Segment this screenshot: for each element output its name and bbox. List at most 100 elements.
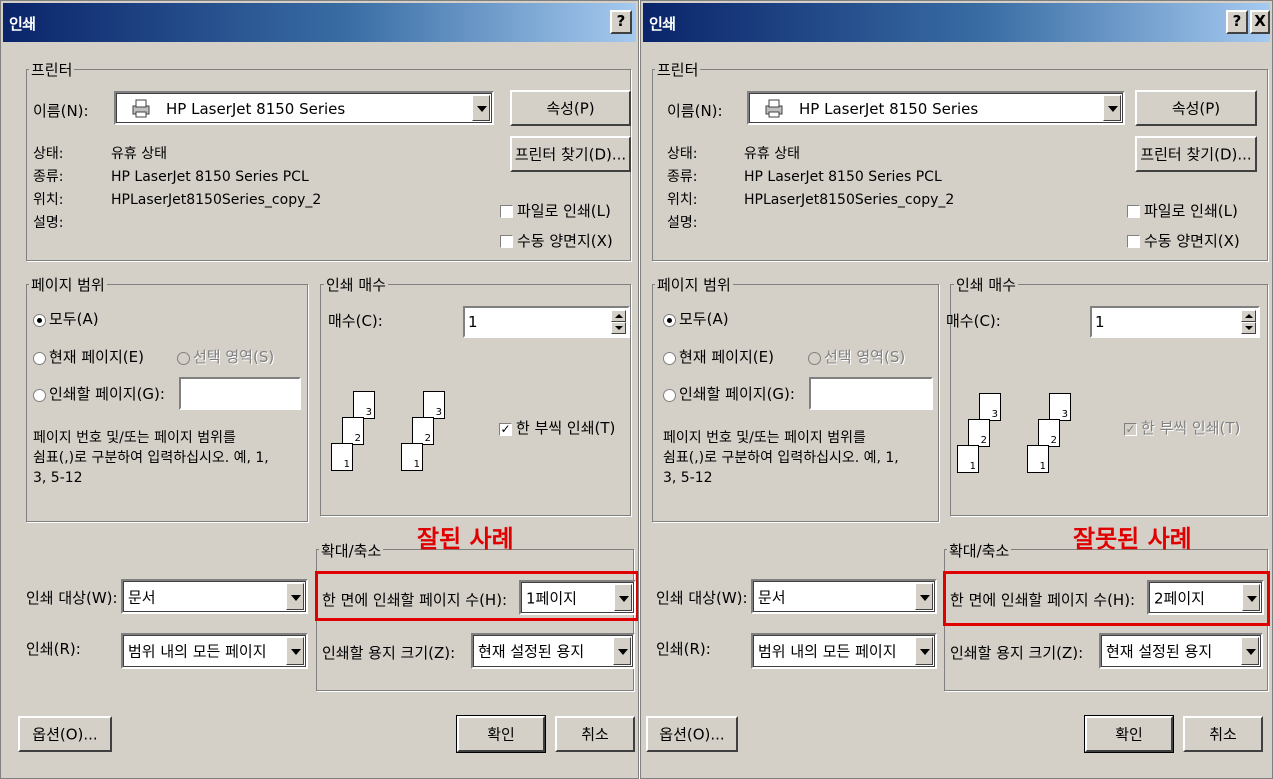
chevron-down-icon[interactable]	[915, 583, 933, 610]
print-what-value: 문서	[128, 588, 156, 606]
copies-spinner[interactable]	[1241, 310, 1256, 334]
scale-label: 인쇄할 용지 크기(Z):	[322, 644, 456, 662]
print-what-label: 인쇄 대상(W):	[656, 589, 748, 607]
range-pages-label[interactable]: 인쇄할 페이지(G):	[49, 383, 165, 404]
options-button[interactable]: 옵션(O)...	[646, 716, 738, 752]
title-bar: 인쇄 ? X	[643, 3, 1270, 42]
copies-count-input[interactable]: 1	[1090, 306, 1260, 338]
print-to-file-label[interactable]: 파일로 인쇄(L)	[1144, 200, 1238, 221]
type-value: HP LaserJet 8150 Series PCL	[111, 169, 309, 185]
print-to-file-label[interactable]: 파일로 인쇄(L)	[517, 200, 611, 221]
manual-duplex-label[interactable]: 수동 양면지(X)	[517, 230, 613, 251]
close-icon[interactable]: X	[1250, 10, 1270, 34]
collate-page-icon: 3	[1049, 393, 1071, 421]
range-all-label[interactable]: 모두(A)	[49, 308, 99, 329]
range-pages-label[interactable]: 인쇄할 페이지(G):	[679, 383, 795, 404]
type-label: 종류:	[33, 169, 64, 185]
collate-page-icon: 1	[1027, 445, 1049, 473]
range-pages-input[interactable]	[809, 377, 933, 410]
properties-button[interactable]: 속성(P)	[510, 90, 631, 126]
collate-page-icon: 2	[1038, 419, 1060, 447]
range-selection-label[interactable]: 선택 영역(S)	[193, 346, 274, 367]
printer-name-label: 이름(N):	[667, 102, 723, 120]
chevron-down-icon[interactable]	[286, 637, 304, 665]
spin-down-icon[interactable]	[611, 322, 626, 334]
cancel-button[interactable]: 취소	[555, 716, 635, 752]
range-pages-radio[interactable]	[33, 389, 46, 402]
spin-down-icon[interactable]	[1241, 322, 1256, 334]
print-to-file-checkbox[interactable]	[500, 205, 513, 218]
properties-button[interactable]: 속성(P)	[1135, 90, 1257, 126]
chevron-down-icon[interactable]	[472, 95, 490, 121]
chevron-down-icon[interactable]	[915, 637, 933, 665]
printer-name-select[interactable]: HP LaserJet 8150 Series	[114, 91, 494, 125]
range-pages-radio[interactable]	[663, 389, 676, 402]
help-button[interactable]: ?	[1226, 10, 1248, 34]
range-selection-label[interactable]: 선택 영역(S)	[824, 346, 905, 367]
range-hint-line3: 3, 5-12	[33, 470, 83, 486]
chevron-down-icon[interactable]	[1103, 95, 1121, 121]
collate-label[interactable]: 한 부씩 인쇄(T)	[516, 417, 615, 438]
highlight-box	[315, 571, 638, 621]
print-what-select[interactable]: 문서	[121, 579, 308, 614]
range-all-radio[interactable]	[33, 314, 46, 327]
manual-duplex-checkbox[interactable]	[500, 235, 513, 248]
ok-button[interactable]: 확인	[1084, 715, 1174, 753]
print-label: 인쇄(R):	[656, 640, 711, 658]
print-range-select[interactable]: 범위 내의 모든 페이지	[751, 633, 937, 669]
range-hint-line1: 페이지 번호 및/또는 페이지 범위를	[663, 430, 866, 446]
collate-checkbox[interactable]: ✓	[499, 423, 512, 436]
print-to-file-checkbox[interactable]	[1127, 205, 1140, 218]
printer-name-label: 이름(N):	[33, 102, 89, 120]
highlight-box	[943, 571, 1270, 626]
collate-page-icon: 3	[353, 391, 375, 419]
title-bar: 인쇄 ?	[3, 3, 636, 42]
print-what-value: 문서	[758, 588, 786, 606]
range-hint-line3: 3, 5-12	[663, 470, 713, 486]
help-button[interactable]: ?	[610, 10, 632, 34]
range-selection-radio[interactable]	[177, 352, 190, 365]
range-current-label[interactable]: 현재 페이지(E)	[49, 346, 144, 367]
copies-spinner[interactable]	[611, 310, 626, 334]
scale-select[interactable]: 현재 설정된 용지	[471, 633, 635, 669]
status-value: 유휴 상태	[744, 146, 800, 162]
scale-value: 현재 설정된 용지	[478, 642, 585, 661]
find-printer-button[interactable]: 프린터 찾기(D)...	[510, 136, 631, 172]
range-selection-radio[interactable]	[808, 352, 821, 365]
range-current-radio[interactable]	[33, 352, 46, 365]
manual-duplex-checkbox[interactable]	[1127, 235, 1140, 248]
page-range-legend: 페이지 범위	[29, 274, 107, 295]
range-current-radio[interactable]	[663, 352, 676, 365]
status-label: 상태:	[667, 146, 698, 162]
spin-up-icon[interactable]	[1241, 310, 1256, 322]
print-what-select[interactable]: 문서	[751, 579, 937, 614]
spin-up-icon[interactable]	[611, 310, 626, 322]
copies-count-input[interactable]: 1	[463, 306, 630, 338]
range-all-radio[interactable]	[663, 314, 676, 327]
range-all-label[interactable]: 모두(A)	[679, 308, 729, 329]
chevron-down-icon[interactable]	[1241, 637, 1259, 665]
manual-duplex-label[interactable]: 수동 양면지(X)	[1144, 230, 1240, 251]
range-pages-input[interactable]	[179, 377, 301, 410]
status-label: 상태:	[33, 146, 64, 162]
find-printer-button[interactable]: 프린터 찾기(D)...	[1135, 136, 1257, 172]
collate-checkbox[interactable]: ✓	[1124, 423, 1137, 436]
where-label: 위치:	[33, 192, 64, 208]
scale-select[interactable]: 현재 설정된 용지	[1099, 633, 1263, 669]
range-current-label[interactable]: 현재 페이지(E)	[679, 346, 774, 367]
ok-button[interactable]: 확인	[456, 715, 546, 753]
copies-legend: 인쇄 매수	[324, 274, 388, 295]
collate-page-icon: 2	[968, 419, 990, 447]
collate-page-icon: 2	[412, 417, 434, 445]
chevron-down-icon[interactable]	[286, 583, 304, 610]
options-button[interactable]: 옵션(O)...	[18, 716, 112, 752]
print-range-select[interactable]: 범위 내의 모든 페이지	[121, 633, 308, 669]
range-hint-line2: 쉼표(,)로 구분하여 입력하십시오. 예, 1,	[663, 450, 899, 466]
printer-name-select[interactable]: HP LaserJet 8150 Series	[747, 91, 1125, 125]
collate-label[interactable]: 한 부씩 인쇄(T)	[1141, 417, 1240, 438]
printer-icon	[132, 99, 150, 118]
where-label: 위치:	[667, 192, 698, 208]
chevron-down-icon[interactable]	[613, 637, 631, 665]
print-range-value: 범위 내의 모든 페이지	[128, 642, 267, 661]
cancel-button[interactable]: 취소	[1183, 716, 1263, 752]
